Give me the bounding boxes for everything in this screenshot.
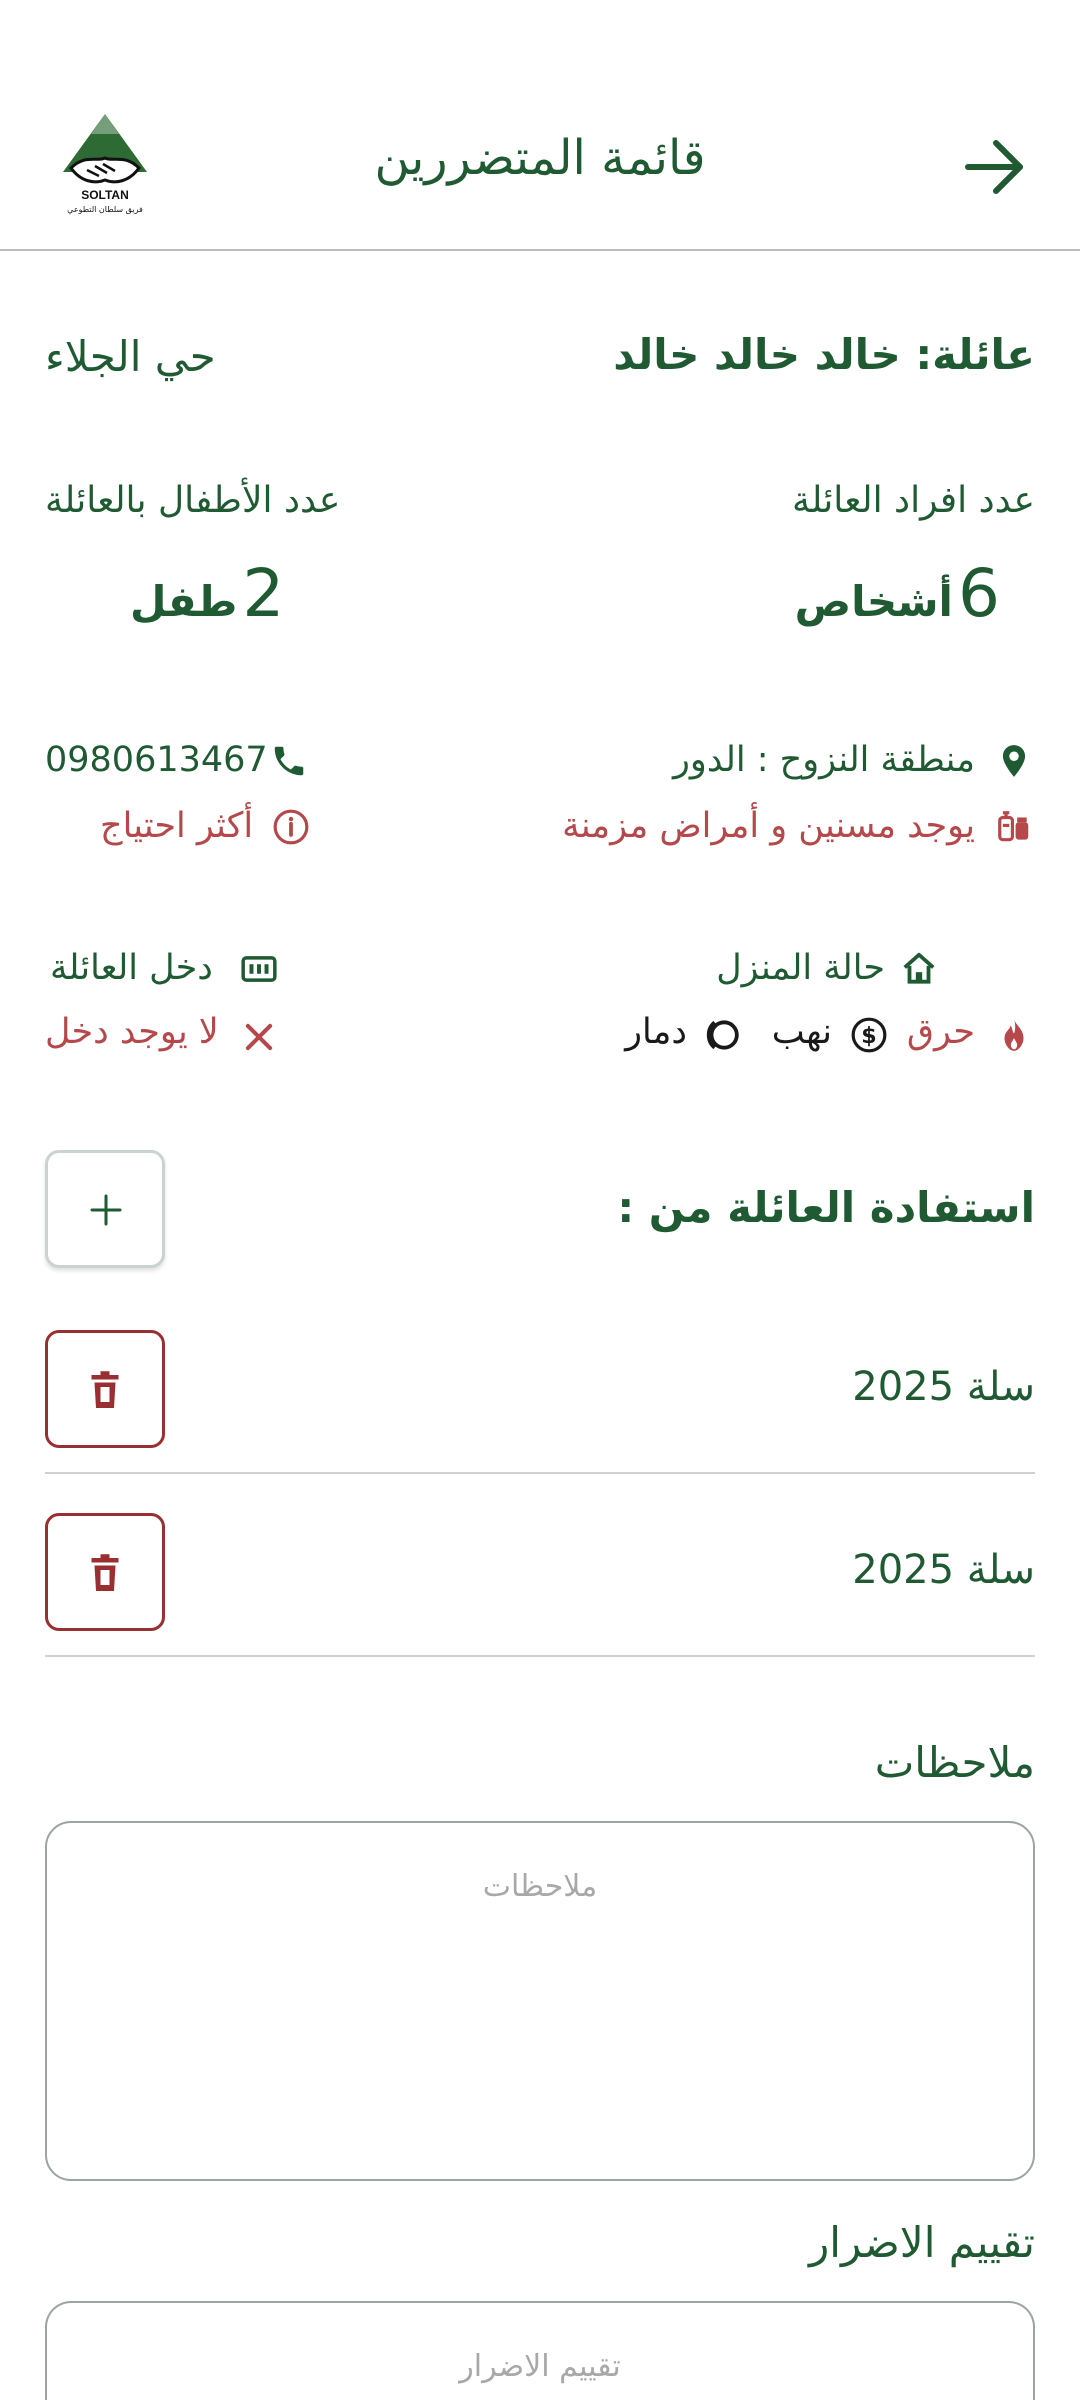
svg-text:SOLTAN: SOLTAN	[81, 188, 129, 202]
children-label: عدد الأطفال بالعائلة	[45, 480, 341, 521]
benefit-divider	[45, 1472, 1035, 1474]
notes-textarea[interactable]: ملاحظات	[45, 1821, 1035, 2181]
children-count-group: 2 طفل	[130, 555, 284, 632]
income-value: لا يوجد دخل	[45, 1012, 219, 1052]
house-status-fire: حرق	[906, 1012, 975, 1052]
trash-icon	[91, 1371, 119, 1408]
handshake-logo-icon: SOLTAN فريق سلطان التطوعي	[63, 114, 147, 214]
info-icon	[273, 809, 309, 845]
health-note: يوجد مسنين و أمراض مزمنة	[562, 806, 975, 846]
money-icon	[241, 956, 277, 982]
arrow-right-icon[interactable]	[960, 132, 1030, 202]
benefit-item-label: سلة 2025	[852, 1547, 1035, 1593]
family-name: عائلة: خالد خالد خالد	[613, 330, 1035, 379]
displacement-area: منطقة النزوح : الدور	[673, 740, 975, 780]
need-level: أكثر احتياج	[100, 806, 254, 846]
house-status-looting: نهب	[771, 1012, 832, 1052]
damage-label: تقييم الاضرار	[809, 2218, 1035, 2267]
add-benefit-button[interactable]	[45, 1150, 165, 1268]
team-logo: SOLTAN فريق سلطان التطوعي	[55, 110, 155, 216]
app-header: قائمة المتضررين SOLTAN فريق سلطان التطوع…	[0, 0, 1080, 251]
notes-label: ملاحظات	[874, 1738, 1035, 1787]
svg-text:$: $	[861, 1023, 876, 1049]
neighborhood: حي الجلاء	[45, 332, 216, 381]
delete-benefit-button[interactable]	[45, 1330, 165, 1448]
children-count: 2	[242, 555, 285, 632]
members-label: عدد افراد العائلة	[792, 480, 1035, 521]
location-pin-icon	[1002, 745, 1026, 777]
damage-textarea[interactable]: تقييم الاضرار	[45, 2301, 1035, 2400]
svg-text:فريق سلطان التطوعي: فريق سلطان التطوعي	[67, 205, 143, 214]
income-label: دخل العائلة	[50, 948, 213, 988]
house-status-label: حالة المنزل	[716, 948, 885, 988]
house-icon	[903, 952, 935, 984]
members-count: 6	[958, 555, 1000, 632]
page-title: قائمة المتضررين	[374, 130, 706, 186]
medicine-icon	[998, 811, 1029, 842]
dollar-coin-icon: $	[851, 1017, 887, 1053]
close-x-icon	[245, 1023, 273, 1051]
notes-placeholder: ملاحظات	[482, 1869, 598, 1904]
destruction-icon	[706, 1020, 739, 1050]
members-count-group: 6 أشخاص	[795, 555, 1000, 632]
phone-number[interactable]: 0980613467	[45, 740, 268, 780]
plus-icon	[90, 1194, 122, 1226]
benefits-title: استفادة العائلة من :	[617, 1183, 1035, 1232]
benefit-item-label: سلة 2025	[852, 1364, 1035, 1410]
fire-icon	[1004, 1019, 1024, 1051]
children-unit: طفل	[130, 577, 238, 626]
damage-placeholder: تقييم الاضرار	[459, 2349, 621, 2384]
delete-benefit-button[interactable]	[45, 1513, 165, 1631]
members-unit: أشخاص	[794, 577, 953, 626]
phone-icon[interactable]	[270, 742, 308, 780]
trash-icon	[91, 1554, 119, 1591]
benefit-divider	[45, 1655, 1035, 1657]
house-status-destruction: دمار	[625, 1012, 687, 1052]
